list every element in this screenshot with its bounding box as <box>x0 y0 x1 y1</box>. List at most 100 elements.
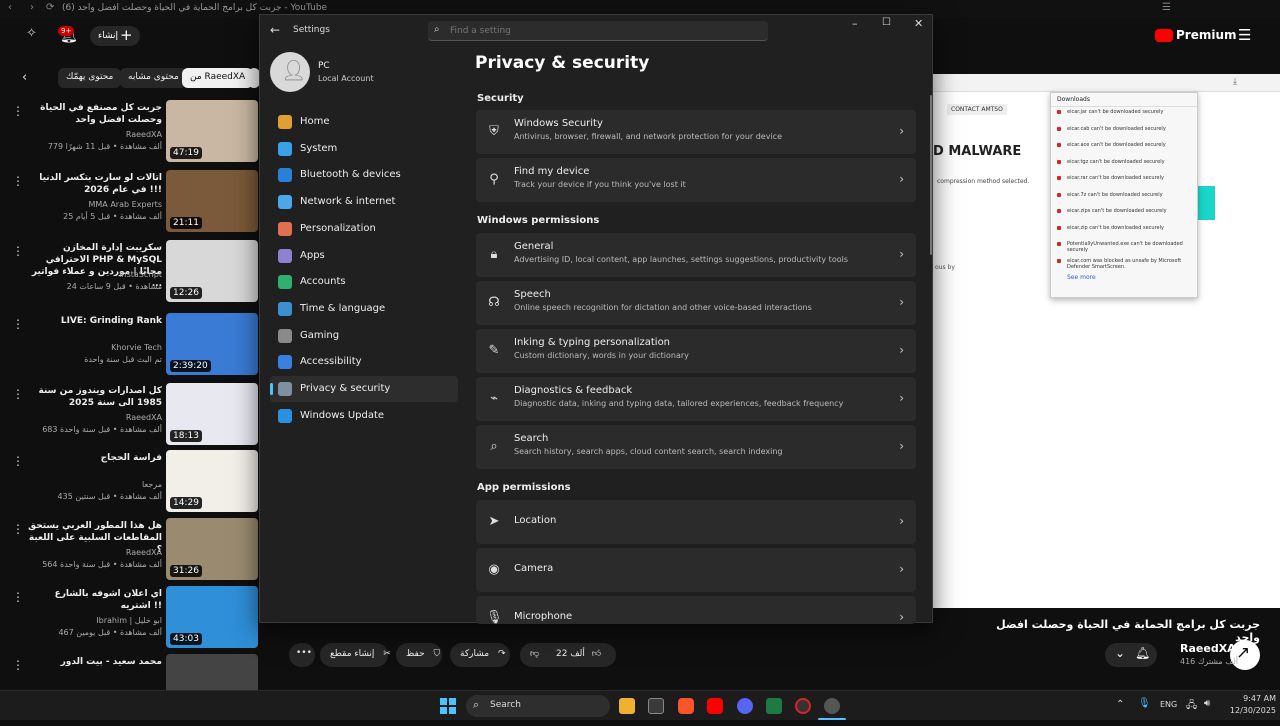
subscribed-button[interactable]: ⌄ 🔔︎ <box>1105 643 1157 667</box>
download-item[interactable]: eicar.rar can't be downloaded securely <box>1051 173 1197 190</box>
settings-gear-icon[interactable] <box>824 698 840 714</box>
avatar[interactable]: 👤︎ <box>270 52 310 92</box>
download-item[interactable]: eicar.7z can't be downloaded securely <box>1051 190 1197 207</box>
tray-chevron-icon[interactable]: ⌃ <box>1116 699 1124 710</box>
see-more-link[interactable]: See more <box>1051 272 1197 283</box>
related-video-channel: MMA Arab Experts <box>88 200 163 209</box>
store-icon[interactable] <box>648 698 664 714</box>
related-video-item[interactable]: ⋮ سكريبت إدارة المخازن الاحترافي PHP & My… <box>0 240 260 312</box>
related-video-item[interactable]: ⋮ اتالات لو سارت بتكسر الدنيا في عام 2026… <box>0 170 260 242</box>
menu-icon[interactable]: ☰ <box>1238 26 1251 44</box>
sidebar-item-personalization[interactable]: Personalization <box>270 216 458 242</box>
settings-card-microphone[interactable]: 🎙︎ Microphone › <box>476 596 916 625</box>
like-icon[interactable]: 👍︎ <box>592 649 601 659</box>
reload-icon[interactable]: ⟳ <box>46 2 54 13</box>
sidebar-item-windows-update[interactable]: Windows Update <box>270 403 458 429</box>
sidebar-item-accessibility[interactable]: Accessibility <box>270 349 458 375</box>
volume-icon[interactable]: 🔊︎ <box>1204 698 1210 709</box>
settings-card-camera[interactable]: ◉ Camera › <box>476 548 916 592</box>
sidebar-item-bluetooth-devices[interactable]: Bluetooth & devices <box>270 162 458 188</box>
settings-card-location[interactable]: ➤ Location › <box>476 500 916 544</box>
maximize-button[interactable]: ☐ <box>882 17 891 28</box>
duration-badge: 2:39:20 <box>170 360 211 372</box>
taskbar-search[interactable]: ⌕ Search <box>466 695 610 717</box>
download-item[interactable]: eicar.zips can't be downloaded securely <box>1051 206 1197 223</box>
sidebar-item-gaming[interactable]: Gaming <box>270 323 458 349</box>
download-item[interactable]: eicar.ace can't be downloaded securely <box>1051 140 1197 157</box>
share-label: مشاركة <box>460 649 490 659</box>
account-name: PC <box>318 61 330 71</box>
clock-time[interactable]: 9:47 AM <box>1230 694 1276 703</box>
settings-search-box[interactable]: ⌕ <box>428 21 768 41</box>
settings-card-inking-typing-personalization[interactable]: ✎ Inking & typing personalization Custom d… <box>476 329 916 373</box>
settings-card-diagnostics-feedback[interactable]: ⌁ Diagnostics & feedback Diagnostic data, … <box>476 377 916 421</box>
related-video-item[interactable]: ⋮ كل اصدارات ويندوز من سنة 1985 الى سنة 2… <box>0 383 260 455</box>
youtube-app-icon[interactable] <box>707 698 723 714</box>
save-button[interactable]: حفظ ⛉ <box>396 643 442 667</box>
voice-search-icon[interactable]: ✧ <box>26 26 37 41</box>
chevron-right-icon: › <box>899 439 904 453</box>
dislike-icon[interactable]: 👎︎ <box>530 649 539 659</box>
settings-card-search[interactable]: ⌕ Search Search history, search apps, clou… <box>476 425 916 469</box>
back-arrow-icon[interactable]: ‹ <box>8 2 12 13</box>
notifications-button[interactable]: 🔔︎ 9+ <box>58 26 78 46</box>
download-item[interactable]: PotentiallyUnwanted.exe can't be downloa… <box>1051 239 1197 256</box>
related-video-item[interactable]: ⋮ اي اعلان اشوفه بالشارع اشتريه !! Ibrahim… <box>0 586 260 658</box>
download-item[interactable]: eicar.jar can't be downloaded securely <box>1051 107 1197 124</box>
excel-icon[interactable] <box>766 698 782 714</box>
create-button[interactable]: + إنشاء <box>90 26 140 46</box>
share-button[interactable]: مشاركة ↷ <box>450 643 510 667</box>
download-item[interactable]: eicar.tgz can't be downloaded securely <box>1051 157 1197 174</box>
channel-name[interactable]: RaeedXA <box>1180 642 1236 655</box>
settings-card-find-my-device[interactable]: ⚲ Find my device Track your device if you … <box>476 158 916 202</box>
related-video-title: محمد سعيد - بيت الدور <box>60 657 162 667</box>
chips-prev-icon[interactable]: ‹ <box>22 70 27 85</box>
youtube-premium-logo[interactable]: Premium <box>1155 28 1237 44</box>
settings-card-windows-security[interactable]: ⛨ Windows Security Antivirus, browser, fir… <box>476 110 916 154</box>
sidebar-item-system[interactable]: System <box>270 136 458 162</box>
sidebar-item-privacy-security[interactable]: Privacy & security <box>270 376 458 402</box>
file-explorer-icon[interactable] <box>619 698 635 714</box>
browser-menu-icon[interactable]: ☰ <box>1162 2 1171 13</box>
chrome-icon[interactable] <box>795 698 811 714</box>
microphone-tray-icon[interactable]: 🎙︎ <box>1138 698 1151 709</box>
sidebar-item-home[interactable]: Home <box>270 109 458 135</box>
language-indicator[interactable]: ENG <box>1160 700 1177 709</box>
download-item[interactable]: eicar.cab can't be downloaded securely <box>1051 124 1197 141</box>
related-video-item[interactable]: ⋮ LIVE: Grinding Rank Khorvie Tech تم البث … <box>0 313 260 385</box>
network-icon[interactable]: 🖧︎ <box>1186 698 1197 715</box>
settings-card-speech[interactable]: ☊ Speech Online speech recognition for dic… <box>476 281 916 325</box>
sidebar-item-accounts[interactable]: Accounts <box>270 269 458 295</box>
related-video-item[interactable]: ⋮ جربت كل مصنفع في الحياة وحصلت افضل واحد… <box>0 100 260 172</box>
start-icon[interactable] <box>440 698 456 714</box>
contact-amtso-label: CONTACT AMTSO <box>947 104 1007 115</box>
settings-card-general[interactable]: 🔒︎ General Advertising ID, local content, … <box>476 233 916 277</box>
search-input[interactable] <box>450 23 750 39</box>
sidebar-item-label: Home <box>300 116 330 127</box>
chip-for-you[interactable]: محتوى يهمّك <box>58 68 122 88</box>
download-item[interactable]: eicar.com was blocked as unsafe by Micro… <box>1051 256 1197 273</box>
sidebar-item-network-internet[interactable]: Network & internet <box>270 189 458 215</box>
sidebar-item-apps[interactable]: Apps <box>270 243 458 269</box>
sidebar-item-time-language[interactable]: Time & language <box>270 296 458 322</box>
related-video-item[interactable]: ⋮ هل هذا المطور العربي يستحق المقاطعات ال… <box>0 518 260 590</box>
forward-arrow-icon[interactable]: › <box>30 2 34 13</box>
clip-button[interactable]: إنشاء مقطع ✂ <box>320 643 391 667</box>
scrollbar[interactable] <box>930 95 932 255</box>
brave-browser-icon[interactable] <box>678 698 694 714</box>
download-item[interactable]: eicar.zip can't be downloaded securely <box>1051 223 1197 240</box>
related-video-title: اتالات لو سارت بتكسر الدنيا في عام 2026 … <box>39 173 162 195</box>
more-actions-button[interactable]: ••• <box>289 643 315 667</box>
minimize-button[interactable]: – <box>852 17 858 30</box>
download-icon[interactable]: ⤓ <box>1233 77 1237 87</box>
card-title: Search <box>514 433 549 444</box>
sidebar-item-label: Privacy & security <box>300 383 391 394</box>
embedded-browser-toolbar: ⤓ <box>933 74 1280 92</box>
chip-from-channel[interactable]: من RaeedXA <box>182 68 254 88</box>
discord-icon[interactable] <box>737 698 753 714</box>
chip-related[interactable]: محتوى مشابه <box>120 68 187 88</box>
back-button[interactable]: ← <box>270 23 280 37</box>
close-button[interactable]: ✕ <box>914 17 923 30</box>
clock-date[interactable]: 12/30/2025 <box>1226 706 1276 715</box>
related-video-item[interactable]: ⋮ فراسة الحجاج مرجعا 435 ألف مشاهدة • قبل س… <box>0 450 260 522</box>
